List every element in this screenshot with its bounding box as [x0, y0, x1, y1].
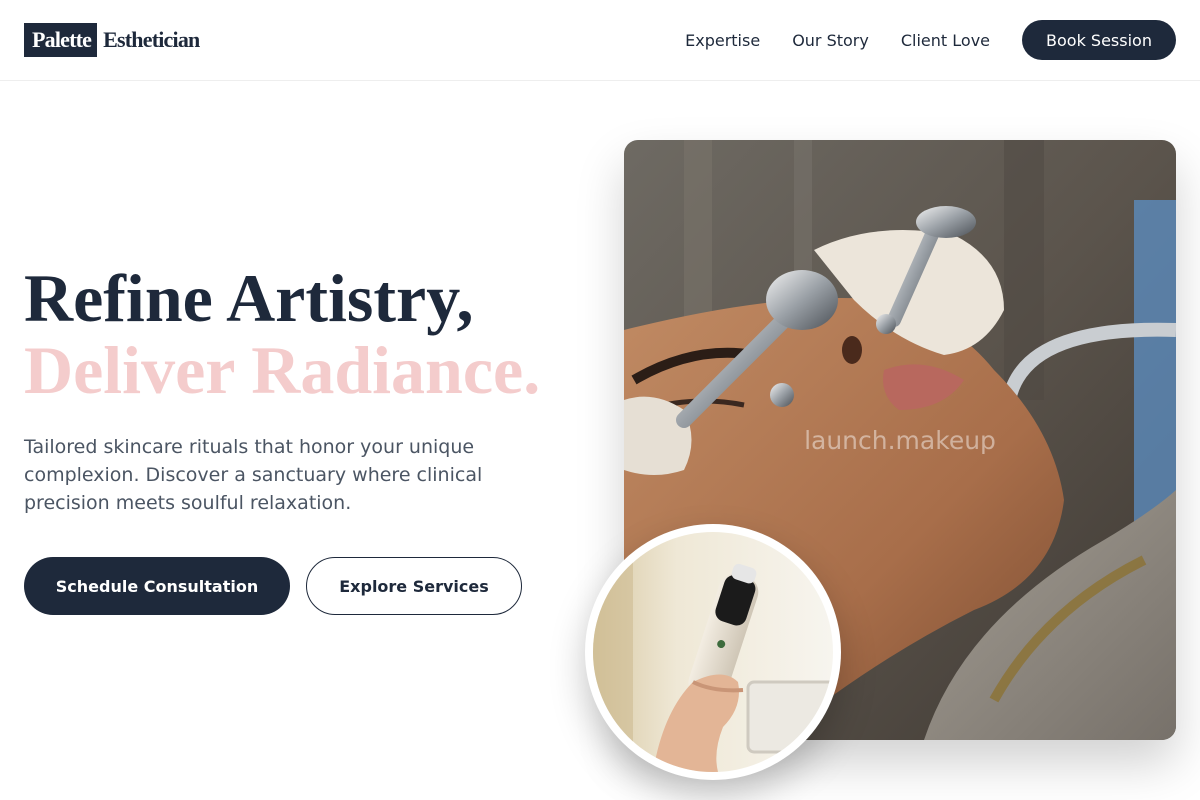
- headline-line-1: Refine Artistry,: [24, 260, 474, 336]
- hero-headline: Refine Artistry, Deliver Radiance.: [24, 262, 540, 406]
- headline-line-2: Deliver Radiance.: [24, 332, 541, 408]
- main-nav: Expertise Our Story Client Love Book Ses…: [685, 20, 1176, 60]
- book-session-button[interactable]: Book Session: [1022, 20, 1176, 60]
- site-header: Palette Esthetician Expertise Our Story …: [0, 0, 1200, 81]
- watermark-text: launch.makeup: [804, 426, 996, 455]
- brand-logo[interactable]: Palette Esthetician: [24, 23, 200, 57]
- logo-mark: Palette: [24, 23, 98, 57]
- logo-wordmark: Esthetician: [103, 27, 200, 52]
- nav-link-client-love[interactable]: Client Love: [901, 31, 990, 50]
- device-inset-frame: [593, 532, 833, 772]
- nav-link-our-story[interactable]: Our Story: [792, 31, 869, 50]
- hero-description: Tailored skincare rituals that honor you…: [24, 436, 483, 514]
- device-inset-photo: [585, 524, 841, 780]
- nav-link-expertise[interactable]: Expertise: [685, 31, 760, 50]
- schedule-consultation-button[interactable]: Schedule Consultation: [24, 557, 290, 615]
- explore-services-button[interactable]: Explore Services: [306, 557, 522, 615]
- skincare-device-illustration: [593, 532, 833, 772]
